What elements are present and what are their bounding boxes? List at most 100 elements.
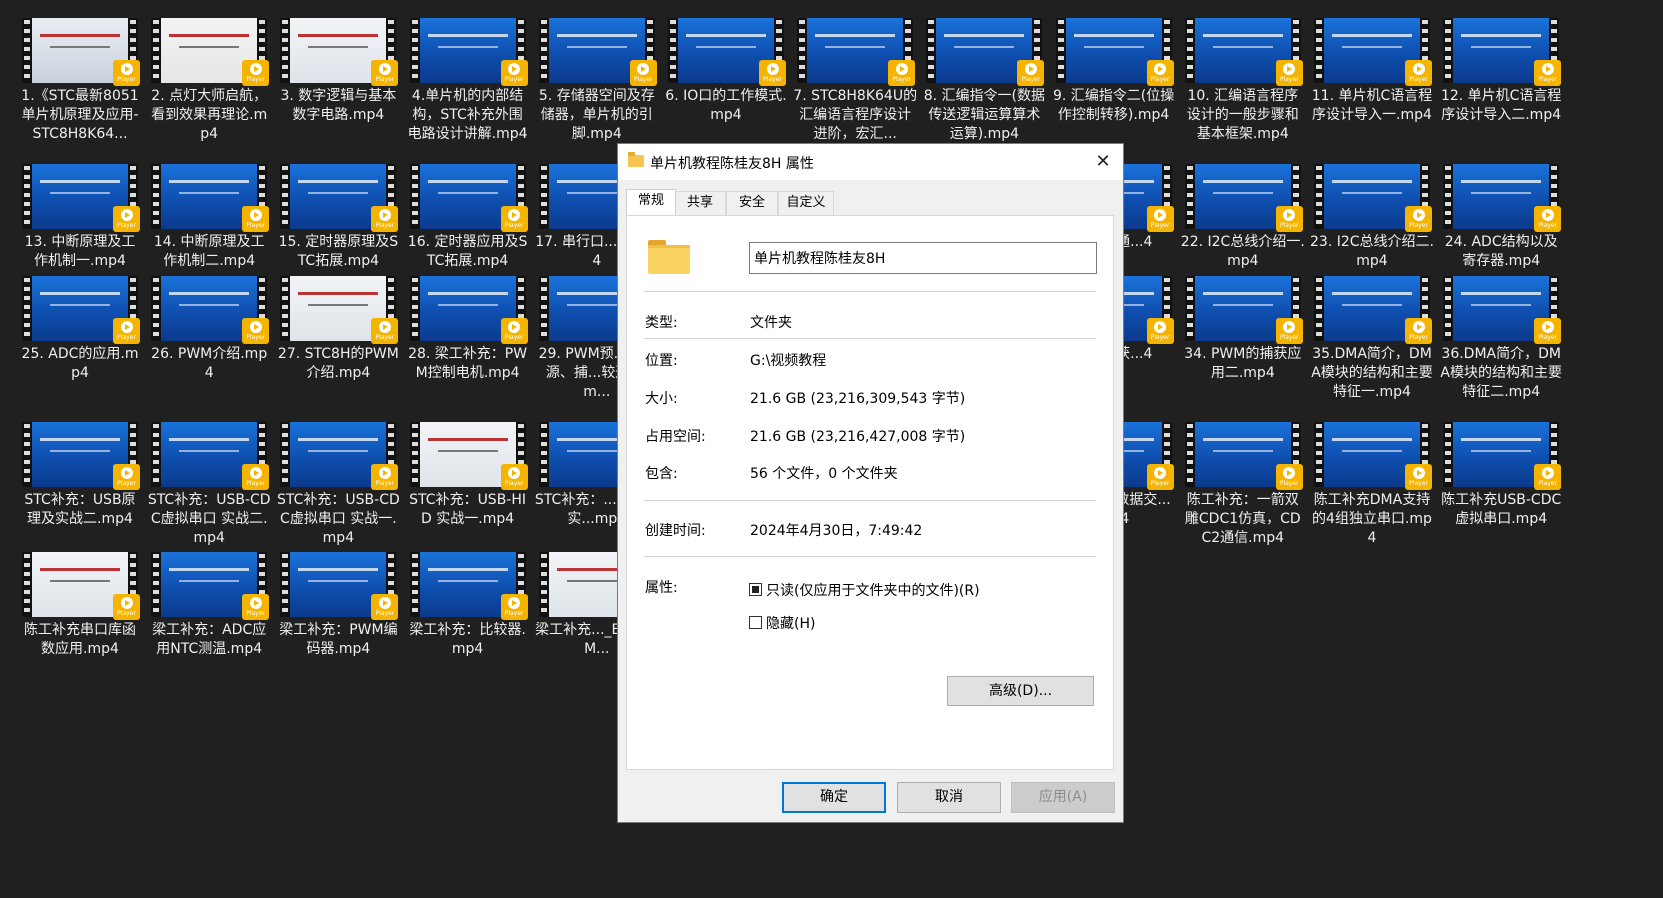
video-thumbnail: Player <box>538 18 657 86</box>
video-file-item[interactable]: Player 13. 中断原理及工作机制一.mp4 <box>16 146 144 271</box>
video-file-item[interactable]: Player STC补充：USB-HID 实战一.mp4 <box>404 404 532 529</box>
play-icon <box>1541 321 1554 333</box>
properties-dialog: 单片机教程陈桂友8H 属性 ✕ 常规 共享 安全 自定义 类型: 文件夹 位置:… <box>617 143 1124 823</box>
close-button[interactable]: ✕ <box>1083 144 1123 180</box>
tab-sharing[interactable]: 共享 <box>674 191 726 215</box>
video-file-item[interactable]: Player 28. 梁工补充：PWM控制电机.mp4 <box>404 258 532 383</box>
play-icon <box>1283 63 1296 75</box>
video-file-item[interactable]: Player 8. 汇编指令一(数据传送逻辑运算算术运算).mp4 <box>920 0 1048 144</box>
file-name: STC补充：USB-HID 实战一.mp4 <box>409 492 527 527</box>
video-thumbnail: Player <box>280 164 399 232</box>
player-badge-icon: Player <box>1146 60 1174 86</box>
play-icon <box>378 467 391 479</box>
file-name: 11. 单片机C语言程序设计导入一.mp4 <box>1311 88 1433 123</box>
player-badge-icon: Player <box>500 594 528 620</box>
video-file-item[interactable]: Player 9. 汇编指令二(位操作控制转移).mp4 <box>1050 0 1178 125</box>
video-thumbnail: Player <box>22 164 140 232</box>
folder-name-input[interactable] <box>749 242 1097 274</box>
video-file-item[interactable]: Player 36.DMA简介，DMA模块的结构和主要特征二.mp4 <box>1437 258 1565 402</box>
cancel-button[interactable]: 取消 <box>897 782 1001 813</box>
play-icon <box>1541 467 1554 479</box>
video-file-item[interactable]: Player 12. 单片机C语言程序设计导入二.mp4 <box>1437 0 1565 125</box>
ok-button[interactable]: 确定 <box>782 782 886 813</box>
player-badge-icon: Player <box>242 594 270 620</box>
video-thumbnail: Player <box>22 552 140 620</box>
play-icon <box>249 209 262 221</box>
created-label: 创建时间: <box>645 523 706 539</box>
player-badge-icon: Player <box>500 206 528 232</box>
player-badge-text: Player <box>633 76 653 83</box>
readonly-checkbox[interactable]: 只读(仅应用于文件夹中的文件)(R) <box>749 580 980 600</box>
player-badge-text: Player <box>504 480 524 487</box>
tab-customize[interactable]: 自定义 <box>778 191 834 215</box>
video-file-item[interactable]: Player 陈工补充DMA支持的4组独立串口.mp4 <box>1308 404 1436 548</box>
video-file-item[interactable]: Player 25. ADC的应用.mp4 <box>16 258 144 383</box>
video-file-item[interactable]: Player 15. 定时器原理及STC拓展.mp4 <box>274 146 402 271</box>
video-file-item[interactable]: Player 23. I2C总线介绍二.mp4 <box>1308 146 1436 271</box>
video-thumbnail: Player <box>926 18 1045 86</box>
video-file-item[interactable]: Player 27. STC8H的PWM介绍.mp4 <box>274 258 402 383</box>
apply-button[interactable]: 应用(A) <box>1011 782 1115 813</box>
video-file-item[interactable]: Player 3. 数字逻辑与基本数字电路.mp4 <box>274 0 402 125</box>
video-file-item[interactable]: Player 陈工补充：一箭双雕CDC1仿真，CDC2通信.mp4 <box>1179 404 1307 548</box>
video-file-item[interactable]: Player 16. 定时器应用及STC拓展.mp4 <box>404 146 532 271</box>
video-file-item[interactable]: Player 梁工补充：PWM编码器.mp4 <box>274 534 402 659</box>
tab-security[interactable]: 安全 <box>726 191 778 215</box>
video-file-item[interactable]: Player 陈工补充串口库函数应用.mp4 <box>16 534 144 659</box>
attributes-label: 属性: <box>645 580 678 596</box>
play-icon <box>120 321 133 333</box>
dialog-titlebar[interactable]: 单片机教程陈桂友8H 属性 ✕ <box>618 144 1123 180</box>
video-file-item[interactable]: Player 10. 汇编语言程序设计的一般步骤和基本框架.mp4 <box>1179 0 1307 144</box>
video-file-item[interactable]: Player 6. IO口的工作模式.mp4 <box>662 0 790 125</box>
file-name: 陈工补充：一箭双雕CDC1仿真，CDC2通信.mp4 <box>1184 492 1301 546</box>
player-badge-text: Player <box>117 610 136 617</box>
hidden-checkbox[interactable]: 隐藏(H) <box>749 613 815 633</box>
general-panel: 类型: 文件夹 位置: G:\视频教程 大小: 21.6 GB (23,216,… <box>626 215 1114 770</box>
play-icon <box>508 597 521 609</box>
video-file-item[interactable]: Player 34. PWM的捕获应用二.mp4 <box>1179 258 1307 383</box>
player-badge-text: Player <box>1538 334 1558 341</box>
file-name: 26. PWM介绍.mp4 <box>151 346 268 381</box>
player-badge-icon: Player <box>113 206 140 232</box>
video-file-item[interactable]: Player 梁工补充：比较器.mp4 <box>404 534 532 659</box>
tab-general[interactable]: 常规 <box>626 189 676 215</box>
file-name: 35.DMA简介，DMA模块的结构和主要特征一.mp4 <box>1311 346 1433 400</box>
player-badge-text: Player <box>763 76 782 83</box>
video-file-item[interactable]: Player 14. 中断原理及工作机制二.mp4 <box>145 146 273 271</box>
video-file-item[interactable]: Player 陈工补充USB-CDC虚拟串口.mp4 <box>1437 404 1565 529</box>
player-badge-icon: Player <box>1405 60 1432 86</box>
video-file-item[interactable]: Player STC补充：USB原理及实战二.mp4 <box>16 404 144 529</box>
player-badge-text: Player <box>117 480 136 487</box>
file-name: 3. 数字逻辑与基本数字电路.mp4 <box>280 88 397 123</box>
type-value: 文件夹 <box>750 315 792 331</box>
separator <box>644 291 1096 292</box>
video-file-item[interactable]: Player STC补充：USB-CDC虚拟串口 实战二.mp4 <box>145 404 273 548</box>
video-thumbnail: Player <box>1314 422 1432 490</box>
video-file-item[interactable]: Player 24. ADC结构以及寄存器.mp4 <box>1437 146 1565 271</box>
video-file-item[interactable]: Player STC补充：USB-CDC虚拟串口 实战一.mp4 <box>274 404 402 548</box>
player-badge-icon: Player <box>1534 464 1562 490</box>
video-file-item[interactable]: Player 梁工补充：ADC应用NTC测温.mp4 <box>145 534 273 659</box>
player-badge-text: Player <box>246 222 266 229</box>
video-file-item[interactable]: Player 26. PWM介绍.mp4 <box>145 258 273 383</box>
video-file-item[interactable]: Player 5. 存储器空间及存储器，单片机的引脚.mp4 <box>533 0 661 144</box>
video-file-item[interactable]: Player 22. I2C总线介绍一.mp4 <box>1179 146 1307 271</box>
video-file-item[interactable]: Player 1.《STC最新8051单片机原理及应用-STC8H8K64... <box>16 0 144 144</box>
video-thumbnail: Player <box>1184 164 1303 232</box>
video-thumbnail: Player <box>1443 164 1562 232</box>
player-badge-text: Player <box>246 334 266 341</box>
video-file-item[interactable]: Player 4.单片机的内部结构，STC补充外围电路设计讲解.mp4 <box>404 0 532 144</box>
player-badge-icon: Player <box>371 206 399 232</box>
play-icon <box>508 321 521 333</box>
advanced-button[interactable]: 高级(D)... <box>947 676 1094 706</box>
checkbox-icon <box>749 616 762 629</box>
video-file-item[interactable]: Player 35.DMA简介，DMA模块的结构和主要特征一.mp4 <box>1308 258 1436 402</box>
video-thumbnail: Player <box>280 18 399 86</box>
hidden-label: 隐藏(H) <box>766 616 816 632</box>
video-file-item[interactable]: Player 2. 点灯大师启航，看到效果再理论.mp4 <box>145 0 273 144</box>
play-icon <box>120 467 133 479</box>
video-file-item[interactable]: Player 7. STC8H8K64U的汇编语言程序设计进阶，宏汇... <box>791 0 919 144</box>
file-name: 27. STC8H的PWM介绍.mp4 <box>277 346 399 381</box>
video-thumbnail: Player <box>151 422 270 490</box>
video-file-item[interactable]: Player 11. 单片机C语言程序设计导入一.mp4 <box>1308 0 1436 125</box>
